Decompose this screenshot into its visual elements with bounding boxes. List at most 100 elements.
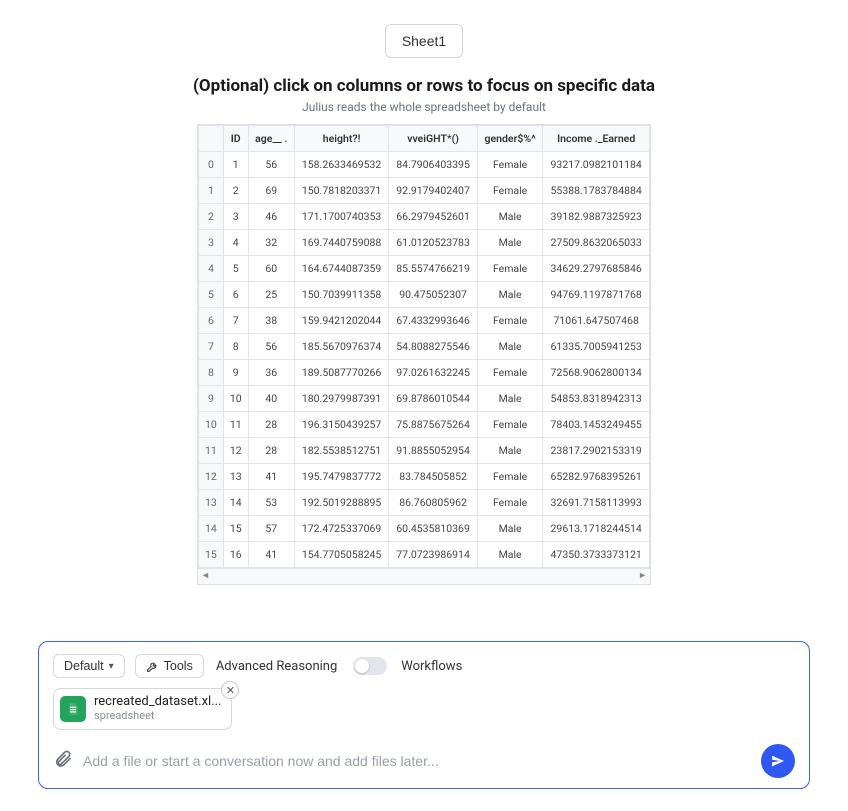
age-cell[interactable]: 46 (248, 204, 294, 230)
gender-cell[interactable]: Male (477, 334, 543, 360)
id-cell[interactable]: 6 (223, 282, 248, 308)
id-cell[interactable]: 7 (223, 308, 248, 334)
gender-cell[interactable]: Male (477, 386, 543, 412)
table-row[interactable]: 7856185.567097637454.8088275546Male61335… (199, 334, 650, 360)
income-cell[interactable]: 32691.7158113993 (543, 490, 650, 516)
age-cell[interactable]: 56 (248, 152, 294, 178)
table-row[interactable]: 5625150.703991135890.475052307Male94769.… (199, 282, 650, 308)
table-header-row[interactable]: ID age__ . height?! vveiGHT*() gender$%^… (199, 126, 650, 152)
column-header-index[interactable] (199, 126, 224, 152)
income-cell[interactable]: 65282.9768395261 (543, 464, 650, 490)
income-cell[interactable]: 27509.8632065033 (543, 230, 650, 256)
gender-cell[interactable]: Female (477, 256, 543, 282)
composer-input[interactable] (83, 753, 751, 769)
age-cell[interactable]: 38 (248, 308, 294, 334)
age-cell[interactable]: 60 (248, 256, 294, 282)
table-row[interactable]: 131453192.501928889586.760805962Female32… (199, 490, 650, 516)
column-header-gender[interactable]: gender$%^ (477, 126, 543, 152)
sheet-tab[interactable]: Sheet1 (385, 24, 463, 58)
id-cell[interactable]: 2 (223, 178, 248, 204)
row-index-cell[interactable]: 7 (199, 334, 224, 360)
row-index-cell[interactable]: 12 (199, 464, 224, 490)
height-cell[interactable]: 196.3150439257 (294, 412, 389, 438)
table-row[interactable]: 141557172.472533706960.4535810369Male296… (199, 516, 650, 542)
gender-cell[interactable]: Male (477, 282, 543, 308)
row-index-cell[interactable]: 13 (199, 490, 224, 516)
table-row[interactable]: 2346171.170074035366.2979452601Male39182… (199, 204, 650, 230)
income-cell[interactable]: 23817.2902153319 (543, 438, 650, 464)
age-cell[interactable]: 28 (248, 412, 294, 438)
gender-cell[interactable]: Female (477, 308, 543, 334)
weight-cell[interactable]: 69.8786010544 (389, 386, 477, 412)
weight-cell[interactable]: 91.8855052954 (389, 438, 477, 464)
height-cell[interactable]: 172.4725337069 (294, 516, 389, 542)
age-cell[interactable]: 32 (248, 230, 294, 256)
table-row[interactable]: 121341195.747983777283.784505852Female65… (199, 464, 650, 490)
send-button[interactable] (761, 744, 795, 778)
weight-cell[interactable]: 85.5574766219 (389, 256, 477, 282)
table-row[interactable]: 101128196.315043925775.8875675264Female7… (199, 412, 650, 438)
gender-cell[interactable]: Female (477, 464, 543, 490)
tools-button[interactable]: Tools (135, 654, 204, 678)
gender-cell[interactable]: Male (477, 542, 543, 568)
id-cell[interactable]: 15 (223, 516, 248, 542)
attach-file-button[interactable] (53, 749, 73, 773)
weight-cell[interactable]: 97.0261632245 (389, 360, 477, 386)
gender-cell[interactable]: Male (477, 516, 543, 542)
table-row[interactable]: 111228182.553851275191.8855052954Male238… (199, 438, 650, 464)
id-cell[interactable]: 5 (223, 256, 248, 282)
table-row[interactable]: 1269150.781820337192.9179402407Female553… (199, 178, 650, 204)
weight-cell[interactable]: 75.8875675264 (389, 412, 477, 438)
age-cell[interactable]: 57 (248, 516, 294, 542)
income-cell[interactable]: 94769.1197871768 (543, 282, 650, 308)
weight-cell[interactable]: 66.2979452601 (389, 204, 477, 230)
age-cell[interactable]: 25 (248, 282, 294, 308)
weight-cell[interactable]: 77.0723986914 (389, 542, 477, 568)
income-cell[interactable]: 72568.9062800134 (543, 360, 650, 386)
height-cell[interactable]: 169.7440759088 (294, 230, 389, 256)
id-cell[interactable]: 16 (223, 542, 248, 568)
row-index-cell[interactable]: 15 (199, 542, 224, 568)
column-header-id[interactable]: ID (223, 126, 248, 152)
row-index-cell[interactable]: 6 (199, 308, 224, 334)
gender-cell[interactable]: Female (477, 178, 543, 204)
gender-cell[interactable]: Female (477, 412, 543, 438)
gender-cell[interactable]: Female (477, 360, 543, 386)
age-cell[interactable]: 36 (248, 360, 294, 386)
row-index-cell[interactable]: 3 (199, 230, 224, 256)
horizontal-scrollbar[interactable] (198, 568, 650, 584)
weight-cell[interactable]: 90.475052307 (389, 282, 477, 308)
row-index-cell[interactable]: 2 (199, 204, 224, 230)
height-cell[interactable]: 180.2979987391 (294, 386, 389, 412)
id-cell[interactable]: 14 (223, 490, 248, 516)
column-header-height[interactable]: height?! (294, 126, 389, 152)
table-row[interactable]: 151641154.770505824577.0723986914Male473… (199, 542, 650, 568)
table-row[interactable]: 8936189.508777026697.0261632245Female725… (199, 360, 650, 386)
row-index-cell[interactable]: 9 (199, 386, 224, 412)
table-row[interactable]: 91040180.297998739169.8786010544Male5485… (199, 386, 650, 412)
column-header-weight[interactable]: vveiGHT*() (389, 126, 477, 152)
income-cell[interactable]: 55388.1783784884 (543, 178, 650, 204)
id-cell[interactable]: 11 (223, 412, 248, 438)
weight-cell[interactable]: 54.8088275546 (389, 334, 477, 360)
weight-cell[interactable]: 83.784505852 (389, 464, 477, 490)
weight-cell[interactable]: 60.4535810369 (389, 516, 477, 542)
weight-cell[interactable]: 84.7906403395 (389, 152, 477, 178)
height-cell[interactable]: 164.6744087359 (294, 256, 389, 282)
gender-cell[interactable]: Male (477, 438, 543, 464)
row-index-cell[interactable]: 0 (199, 152, 224, 178)
row-index-cell[interactable]: 8 (199, 360, 224, 386)
height-cell[interactable]: 150.7039911358 (294, 282, 389, 308)
height-cell[interactable]: 185.5670976374 (294, 334, 389, 360)
row-index-cell[interactable]: 10 (199, 412, 224, 438)
gender-cell[interactable]: Male (477, 230, 543, 256)
income-cell[interactable]: 29613.1718244514 (543, 516, 650, 542)
row-index-cell[interactable]: 5 (199, 282, 224, 308)
attached-file-chip[interactable]: recreated_dataset.xl... spreadsheet ✕ (53, 688, 232, 730)
weight-cell[interactable]: 86.760805962 (389, 490, 477, 516)
age-cell[interactable]: 69 (248, 178, 294, 204)
income-cell[interactable]: 71061.647507468 (543, 308, 650, 334)
age-cell[interactable]: 56 (248, 334, 294, 360)
height-cell[interactable]: 182.5538512751 (294, 438, 389, 464)
weight-cell[interactable]: 67.4332993646 (389, 308, 477, 334)
